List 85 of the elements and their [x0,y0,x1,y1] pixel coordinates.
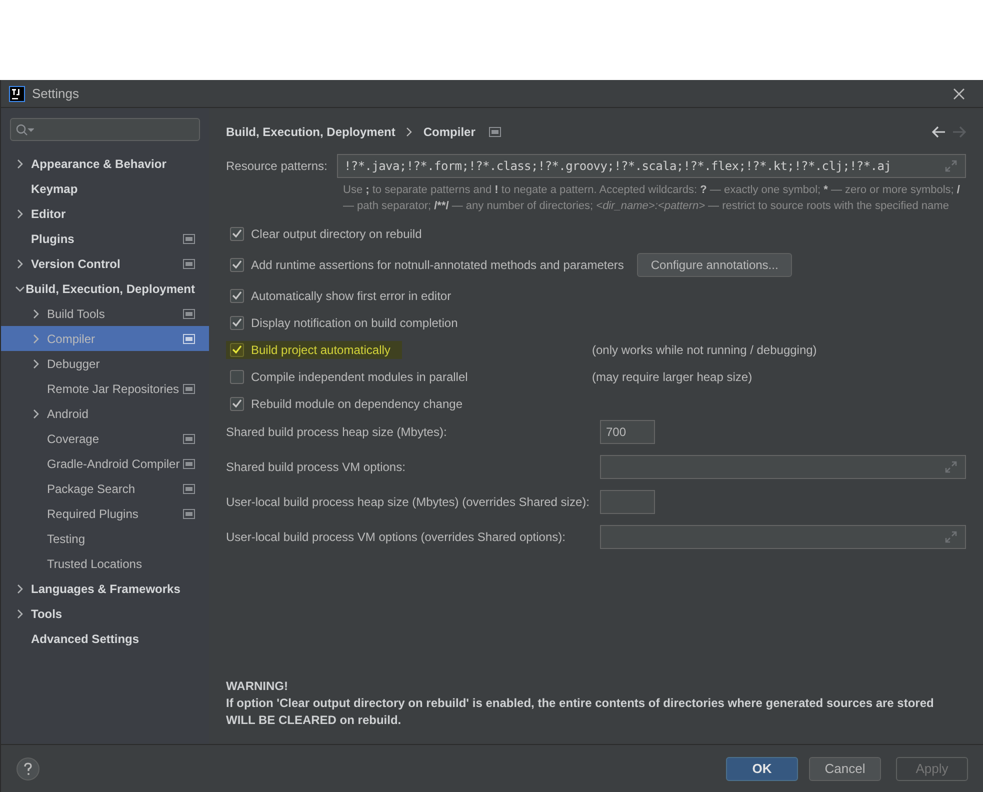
checkbox-label[interactable]: Display notification on build completion [251,314,458,332]
project-scope-icon [183,308,195,318]
sidebar-item[interactable]: Languages & Frameworks [1,576,209,601]
sidebar-item[interactable]: Build Tools [1,301,209,326]
sidebar-item[interactable]: Coverage [1,426,209,451]
sidebar-item[interactable]: Gradle-Android Compiler [1,451,209,476]
sidebar-item[interactable]: Editor [1,201,209,226]
checkbox[interactable] [230,370,244,384]
field-label: User-local build process VM options (overrides Shared options): [226,529,566,546]
sidebar-item[interactable]: Plugins [1,226,209,251]
field-label: Shared build process heap size (Mbytes): [226,424,448,441]
project-scope-icon [183,434,195,444]
checkbox[interactable] [230,288,244,302]
sidebar-item[interactable]: Trusted Locations [1,551,209,576]
checkbox-label[interactable]: Clear output directory on rebuild [251,224,422,242]
chevron-right-icon[interactable] [15,608,25,618]
search-icon [16,124,34,136]
checkbox-label[interactable]: Add runtime assertions for notnull-annotated methods and parameters [251,256,624,274]
breadcrumb-parent[interactable]: Build, Execution, Deployment [226,122,396,140]
warning-title: WARNING! [226,678,289,695]
project-scope-icon [183,508,195,518]
dialog-button[interactable]: Cancel [809,756,881,780]
input-field[interactable]: 700 [600,420,655,444]
sidebar-item[interactable]: Required Plugins [1,501,209,526]
checkbox-label[interactable]: Automatically show first error in editor [251,286,452,304]
checkmark-icon [232,318,242,327]
chevron-right-icon[interactable] [31,308,41,318]
input-field[interactable] [600,455,966,479]
input-field[interactable] [600,525,966,549]
checkbox[interactable] [230,316,244,330]
chevron-right-icon[interactable] [15,258,25,268]
project-scope-icon [183,334,195,344]
checkmark-icon [232,260,242,269]
chevron-right-icon[interactable] [31,358,41,368]
sidebar-item[interactable]: Version Control [1,251,209,276]
close-icon[interactable] [953,88,965,100]
input-field[interactable]: !?*.java;!?*.form;!?*.class;!?*.groovy;!?*.scala;!?*.flex;!?*.kt;!?*.clj;!?*.aj [337,154,966,178]
sidebar-item[interactable]: Keymap [1,176,209,201]
checkmark-icon [232,345,242,354]
sidebar-item[interactable]: Appearance & Behavior [1,151,209,176]
help-icon[interactable] [16,756,40,780]
sidebar-item[interactable]: Build, Execution, Deployment [1,276,209,301]
checkbox-label[interactable]: Compile independent modules in parallel [251,368,468,386]
window-title: Settings [32,84,79,103]
chevron-right-icon[interactable] [15,158,25,168]
configure-annotations-button[interactable]: Configure annotations... [636,252,792,276]
project-scope-icon [183,384,195,394]
search-field[interactable] [10,118,200,141]
input-field[interactable] [600,490,655,514]
breadcrumb-current: Compiler [423,124,476,140]
checkmark-icon [232,291,242,300]
field-label: Shared build process VM options: [226,459,406,476]
chevron-down-icon[interactable] [15,284,25,294]
sidebar-item[interactable]: Debugger [1,351,209,376]
checkmark-icon [232,399,242,408]
chevron-right-icon[interactable] [31,408,41,418]
warning-text: If option 'Clear output directory on rebuild' is enabled, the entire contents of directories where generated sources are stored WILL BE CLEARED on rebuild. [226,695,935,729]
checkbox[interactable] [230,258,244,272]
checkmark-icon [232,229,242,238]
dialog-button[interactable]: OK [726,756,798,780]
checkbox-label[interactable]: Rebuild module on dependency change [251,394,462,412]
project-scope-icon [183,234,195,244]
checkbox[interactable] [230,226,244,240]
sidebar-item[interactable]: Remote Jar Repositories [1,376,209,401]
back-arrow-icon[interactable] [932,126,946,138]
project-scope-icon [183,258,195,268]
sidebar-item[interactable]: Advanced Settings [1,626,209,651]
chevron-right-icon [405,126,414,136]
note-text: (may require larger heap size) [592,368,752,386]
sidebar-item[interactable]: Testing [1,526,209,551]
hint-text: Use ; to separate patterns and ! to negate a pattern. Accepted wildcards: ? — exactly one symbol; * — zero or more symbols; / — path separator; /**/ — any number of directories; <dir_name>:<pattern> — restrict to source roots with the specified name [343,183,961,214]
chevron-right-icon[interactable] [15,208,25,218]
app-logo-icon [9,86,25,102]
project-scope-icon [183,458,195,468]
chevron-right-icon[interactable] [15,584,25,594]
sidebar-item[interactable]: Package Search [1,476,209,501]
checkbox[interactable] [230,396,244,410]
sidebar-item[interactable]: Tools [1,601,209,626]
project-scope-icon [183,484,195,494]
sidebar-item[interactable]: Android [1,401,209,426]
note-text: (only works while not running / debugging) [592,342,817,358]
checkbox[interactable] [230,342,244,356]
project-scope-icon [489,126,502,136]
field-label: Resource patterns: [226,158,328,175]
field-label: User-local build process heap size (Mbytes) (overrides Shared size): [226,494,590,511]
